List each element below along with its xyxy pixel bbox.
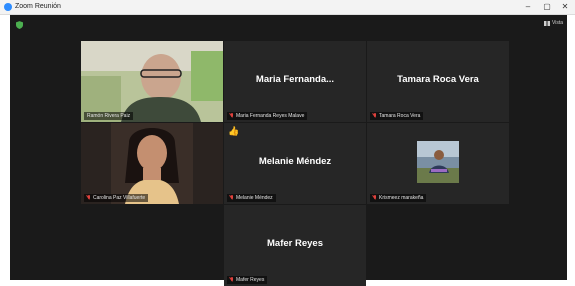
participant-display-name: Melanie Méndez	[258, 156, 332, 167]
mic-muted-icon	[230, 195, 234, 201]
minimize-button[interactable]: –	[521, 1, 535, 13]
mic-muted-icon	[230, 277, 234, 283]
participant-name-label: Krismeez marakeña	[370, 194, 427, 202]
window-title: Zoom Reunión	[15, 3, 61, 10]
participant-video	[81, 123, 223, 204]
participant-tile[interactable]: Tamara Roca Vera Tamara Roca Vera	[367, 41, 509, 122]
participant-video	[367, 123, 509, 204]
participant-tile[interactable]: Carolina Paz Villafuerte	[81, 123, 223, 204]
participant-name-label: Melanie Méndez	[227, 194, 276, 202]
participant-name-label: Mafer Reyes	[227, 276, 268, 284]
meeting-gallery: Vista Ramón Rivera Paiz Maria Fernanda..…	[10, 15, 567, 286]
participant-name-label: Maria Fernanda Reyes Malave	[227, 112, 308, 120]
view-toggle[interactable]: Vista	[543, 20, 563, 26]
participant-tile[interactable]: Ramón Rivera Paiz	[81, 41, 223, 122]
participant-tile[interactable]: Maria Fernanda... Maria Fernanda Reyes M…	[224, 41, 366, 122]
participant-name-label: Ramón Rivera Paiz	[84, 112, 134, 120]
participant-name-label: Carolina Paz Villafuerte	[84, 194, 149, 202]
participant-display-name: Mafer Reyes	[267, 238, 323, 249]
thumbs-up-reaction-icon: 👍	[228, 126, 240, 136]
grid-view-icon	[543, 20, 550, 26]
mic-muted-icon	[373, 113, 377, 119]
participant-video	[81, 41, 223, 122]
view-label: Vista	[551, 20, 563, 26]
mic-muted-icon	[87, 195, 91, 201]
title-bar: Zoom Reunión – ▢ ✕	[0, 0, 575, 15]
maximize-button[interactable]: ▢	[540, 1, 554, 13]
mic-muted-icon	[230, 113, 234, 119]
participant-name-label: Tamara Roca Vera	[370, 112, 424, 120]
participant-tile[interactable]: Krismeez marakeña	[367, 123, 509, 204]
participant-tile[interactable]: 👍 Melanie Méndez Melanie Méndez	[224, 123, 366, 204]
close-button[interactable]: ✕	[558, 1, 572, 13]
participant-tile[interactable]: Mafer Reyes Mafer Reyes	[224, 205, 366, 286]
participant-display-name: Maria Fernanda...	[255, 74, 335, 85]
mic-muted-icon	[373, 195, 377, 201]
shield-icon[interactable]	[16, 21, 23, 29]
zoom-logo-icon	[4, 3, 12, 11]
participant-display-name: Tamara Roca Vera	[397, 74, 479, 85]
